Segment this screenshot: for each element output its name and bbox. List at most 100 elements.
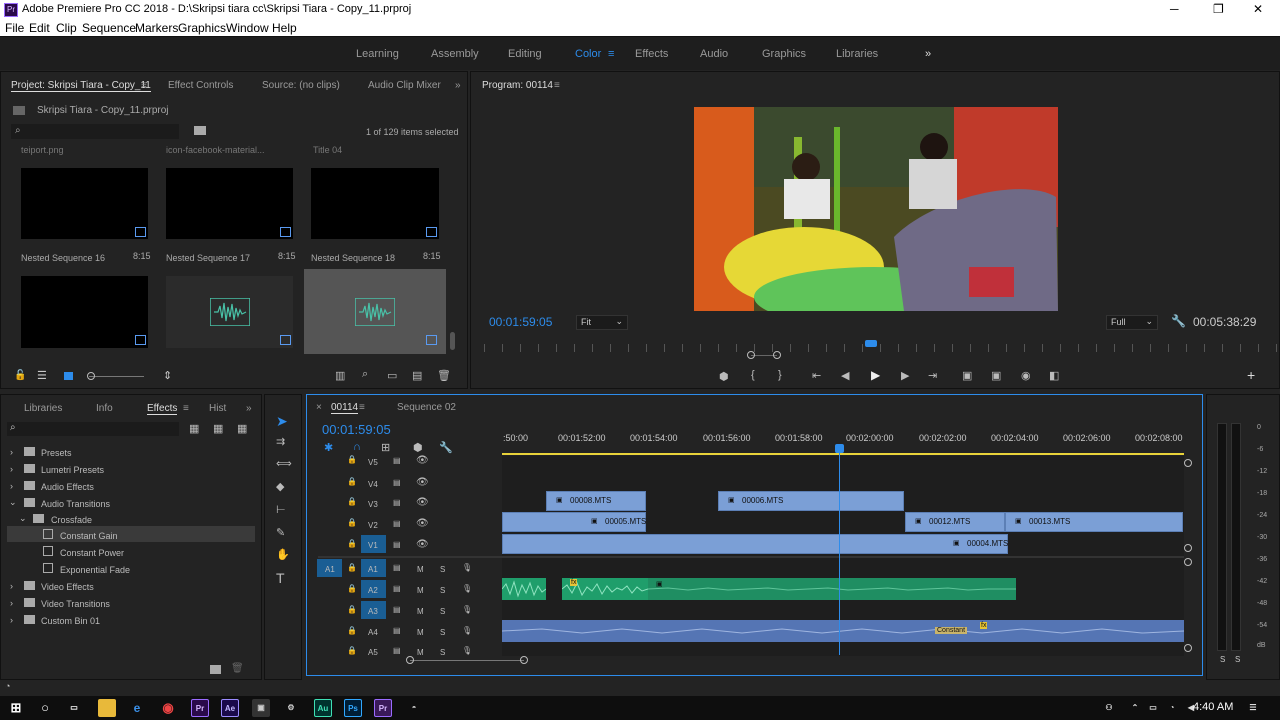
video-clip[interactable]: ▣ 00005.MTS	[502, 512, 646, 532]
file-explorer-icon[interactable]	[98, 699, 116, 717]
sort-icon[interactable]: ⇕	[163, 369, 172, 382]
toggle-sync-lock-icon[interactable]: ▤	[393, 478, 401, 487]
zoom-slider[interactable]	[89, 376, 144, 377]
photoshop-taskbar-icon[interactable]: Ps	[344, 699, 362, 717]
tree-arrow-icon[interactable]: ›	[10, 598, 13, 608]
new-custom-bin-icon[interactable]	[210, 665, 221, 674]
premiere-active-taskbar-icon[interactable]: Pr	[374, 699, 392, 717]
export-frame-camera-icon[interactable]: ◉	[1021, 369, 1031, 382]
workspace-learning[interactable]: Learning	[356, 48, 399, 60]
close-button[interactable]: ✕	[1253, 2, 1263, 16]
notifications-icon[interactable]: ☰	[1244, 699, 1262, 717]
transition-label[interactable]: Constant	[935, 627, 968, 634]
project-item-thumbnail[interactable]	[311, 168, 439, 239]
timeline-zoom-scrollbar[interactable]	[410, 660, 524, 661]
menu-markers[interactable]: Markers	[135, 21, 178, 35]
voice-over-record-mic-icon[interactable]: 🎙	[462, 605, 472, 614]
workspace-assembly[interactable]: Assembly	[431, 48, 479, 60]
solo-button[interactable]: S	[440, 648, 445, 657]
effects-tree-item[interactable]: Custom Bin 01	[41, 616, 100, 626]
new-bin-from-search-icon[interactable]	[194, 126, 206, 135]
sequence-tab-menu-icon[interactable]: ≡	[359, 402, 365, 413]
workspace-graphics[interactable]: Graphics	[762, 48, 806, 60]
zoom-bar-handle-left[interactable]	[747, 351, 755, 359]
network-icon[interactable]: ◔	[1163, 699, 1181, 717]
mute-button[interactable]: M	[417, 565, 424, 574]
hand-tool-icon[interactable]: ✋	[276, 548, 290, 561]
lift-icon[interactable]: ▣	[962, 369, 972, 382]
playhead-indicator[interactable]	[865, 340, 877, 347]
track-lock-icon[interactable]: 🔒	[347, 646, 357, 655]
effects-tree-item[interactable]: Video Transitions	[41, 599, 110, 609]
32bit-effects-icon[interactable]: ▦	[213, 422, 223, 435]
program-video-frame[interactable]	[694, 107, 1058, 311]
audio-item-cell-selected[interactable]	[304, 269, 446, 354]
minimize-button[interactable]: ─	[1170, 2, 1179, 16]
slip-tool-icon[interactable]: ⊢	[276, 503, 286, 516]
tab-libraries[interactable]: Libraries	[24, 403, 62, 414]
timeline-settings-wrench-icon[interactable]: 🔧	[439, 441, 453, 454]
after-effects-taskbar-icon[interactable]: Ae	[221, 699, 239, 717]
workspace-menu-icon[interactable]: ≡	[608, 48, 614, 60]
tree-arrow-icon[interactable]: ›	[10, 481, 13, 491]
app-taskbar-icon[interactable]: ▣	[252, 699, 270, 717]
video-clip[interactable]: ▣ 00004.MTS	[502, 534, 1008, 554]
comparison-view-icon[interactable]: ◧	[1049, 369, 1059, 382]
selection-tool-icon[interactable]: ➤	[276, 413, 288, 430]
menu-file[interactable]: File	[5, 21, 24, 35]
tab-sequence-02[interactable]: Sequence 02	[397, 402, 456, 413]
project-item-thumbnail[interactable]	[21, 168, 148, 239]
project-scrollbar[interactable]	[450, 332, 455, 350]
menu-help[interactable]: Help	[272, 21, 297, 35]
effects-tab-menu-icon[interactable]: ≡	[183, 403, 189, 414]
add-button-icon[interactable]: +	[1247, 367, 1255, 383]
track-lock-icon[interactable]: 🔒	[347, 626, 357, 635]
solo-right-button[interactable]: S	[1235, 655, 1240, 664]
toggle-sync-lock-icon[interactable]: ▤	[393, 646, 401, 655]
toggle-sync-lock-icon[interactable]: ▤	[393, 605, 401, 614]
tab-history[interactable]: Hist	[209, 403, 226, 414]
toggle-output-eye-icon[interactable]: 👁	[416, 477, 429, 488]
menu-window[interactable]: Window	[226, 21, 269, 35]
mark-out-icon[interactable]: }	[778, 369, 782, 381]
menu-sequence[interactable]: Sequence	[82, 21, 136, 35]
chrome-icon[interactable]: ◉	[159, 699, 177, 717]
program-time-ruler[interactable]	[484, 344, 1279, 352]
timeline-current-timecode[interactable]: 00:01:59:05	[322, 422, 391, 437]
toggle-output-eye-icon[interactable]: 👁	[416, 518, 429, 529]
pen-tool-icon[interactable]: ✎	[276, 526, 285, 539]
timeline-playhead-line[interactable]	[839, 445, 840, 655]
panel-overflow-icon[interactable]: »	[455, 80, 461, 91]
track-lock-icon[interactable]: 🔒	[347, 497, 357, 506]
solo-button[interactable]: S	[440, 586, 445, 595]
tab-project[interactable]: Project: Skripsi Tiara - Copy_11	[11, 80, 151, 92]
project-tab-menu-icon[interactable]: ≡	[141, 80, 147, 91]
playback-resolution-dropdown[interactable]: Full ⌄	[1106, 315, 1158, 330]
toggle-output-eye-icon[interactable]: 👁	[416, 455, 429, 466]
audio-item-cell[interactable]	[166, 276, 293, 348]
zoom-bar-handle-right[interactable]	[773, 351, 781, 359]
clock-time[interactable]: 4:40 AM	[1193, 701, 1233, 713]
linked-selection-icon[interactable]: ⊞	[381, 441, 390, 454]
menu-edit[interactable]: Edit	[29, 21, 50, 35]
video-clip[interactable]: ▣ 00013.MTS	[1005, 512, 1183, 532]
accelerated-effects-icon[interactable]: ▦	[189, 422, 199, 435]
go-to-in-icon[interactable]: ⇤	[812, 369, 821, 382]
vertical-scroll-handle[interactable]	[1184, 459, 1192, 467]
workspace-audio[interactable]: Audio	[700, 48, 728, 60]
toggle-sync-lock-icon[interactable]: ▤	[393, 456, 401, 465]
effects-tree-item[interactable]: Audio Effects	[41, 482, 94, 492]
app-taskbar-icon[interactable]: ⚙	[282, 699, 300, 717]
audio-clip[interactable]	[648, 578, 1016, 600]
track-lock-icon[interactable]: 🔒	[347, 539, 357, 548]
tree-arrow-icon[interactable]: ›	[10, 464, 13, 474]
voice-over-record-mic-icon[interactable]: 🎙	[462, 626, 472, 635]
solo-button[interactable]: S	[440, 607, 445, 616]
mute-button[interactable]: M	[417, 607, 424, 616]
new-bin-icon[interactable]: ▭	[387, 369, 397, 382]
effects-tree-item[interactable]: Presets	[41, 448, 72, 458]
voice-over-record-mic-icon[interactable]: 🎙	[462, 646, 472, 655]
find-icon[interactable]: ⌕	[362, 368, 368, 381]
tray-expand-icon[interactable]: ⌃	[1126, 699, 1144, 717]
effects-tree-item[interactable]: Lumetri Presets	[41, 465, 104, 475]
